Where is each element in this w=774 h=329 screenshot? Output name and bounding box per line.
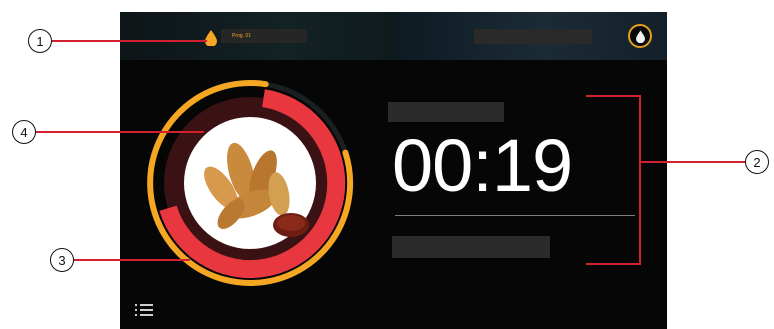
- callout-2: 2: [745, 150, 769, 174]
- callout-bracket-bottom: [586, 263, 641, 265]
- water-button[interactable]: [628, 24, 652, 48]
- water-drop-icon: [636, 30, 645, 43]
- callout-line-4: [36, 131, 204, 133]
- oven-screen: Prog. 01 00:19: [120, 12, 667, 329]
- callout-1: 1: [28, 29, 52, 53]
- program-chip[interactable]: Prog. 01: [221, 29, 307, 43]
- status-placeholder: [392, 236, 550, 258]
- callout-4: 4: [12, 120, 36, 144]
- callout-line-1: [52, 40, 207, 42]
- title-placeholder: [474, 29, 592, 44]
- callout-3: 3: [50, 248, 74, 272]
- progress-ring: [147, 79, 354, 286]
- drop-icon: [205, 30, 217, 46]
- timer-label-placeholder: [388, 102, 504, 122]
- callout-bracket-top: [586, 95, 641, 97]
- timer-divider: [395, 215, 635, 216]
- list-menu-icon[interactable]: [135, 302, 155, 318]
- callout-line-2: [640, 161, 746, 163]
- callout-bracket-vertical: [639, 95, 641, 265]
- callout-line-3: [74, 259, 190, 261]
- program-chip-label: Prog. 01: [232, 33, 251, 39]
- timer-display: 00:19: [392, 124, 573, 207]
